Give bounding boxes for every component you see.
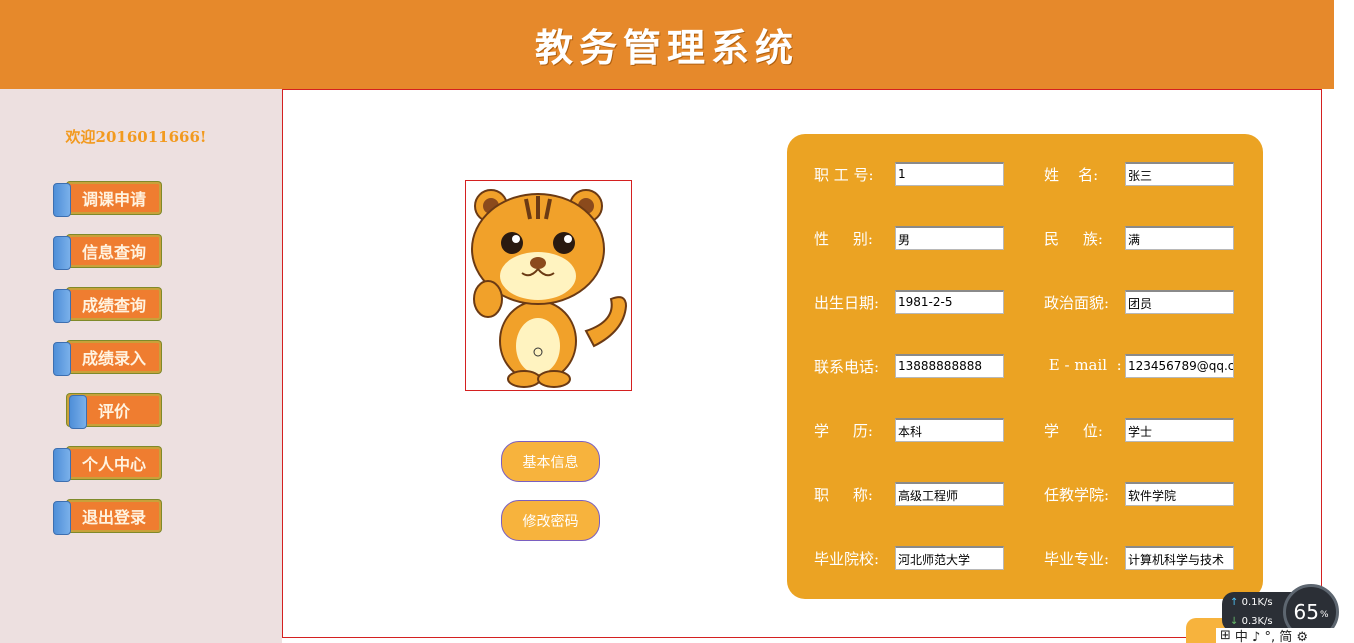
upload-speed-value: 0.1K/s [1241, 597, 1273, 608]
nav-label: 信息查询 [81, 243, 146, 262]
nav-info-query-button[interactable]: 信息查询 [53, 235, 161, 270]
staff-id-field[interactable]: 1 [895, 162, 1004, 186]
job-title-field[interactable]: 高级工程师 [895, 482, 1004, 506]
nav-personal-center-button[interactable]: 个人中心 [53, 447, 161, 482]
nav-grade-entry-button[interactable]: 成绩录入 [53, 341, 161, 376]
education-field[interactable]: 本科 [895, 418, 1004, 442]
major-field[interactable]: 计算机科学与技术 [1125, 546, 1234, 570]
degree-label: 学 位: [1044, 422, 1103, 440]
nav-label: 成绩查询 [81, 296, 146, 315]
phone-field[interactable]: 13888888888 [895, 354, 1004, 378]
upload-speed: ↑ 0.1K/s [1230, 597, 1273, 608]
welcome-text: 欢迎2016011666! [65, 128, 207, 146]
email-label: E - mail : [1044, 356, 1122, 374]
ethnicity-field[interactable]: 满 [1125, 226, 1234, 250]
nav-tab-icon [53, 236, 71, 270]
scrollbar-area[interactable] [1334, 0, 1354, 643]
birth-date-field[interactable]: 1981-2-5 [895, 290, 1004, 314]
gauge-unit: % [1319, 610, 1329, 620]
staff-id-label: 职 工 号: [814, 166, 874, 184]
education-label: 学 历: [814, 422, 873, 440]
nav-tab-icon [53, 448, 71, 482]
nav-tab-icon [53, 183, 71, 217]
college-label: 任教学院: [1044, 486, 1110, 504]
app-title: 教务管理系统 [534, 25, 799, 70]
nav-label: 成绩录入 [81, 349, 146, 368]
basic-info-button[interactable]: 基本信息 [501, 441, 600, 482]
app-header: 教务管理系统 [0, 0, 1334, 89]
name-field[interactable]: 张三 [1125, 162, 1234, 186]
name-label: 姓 名: [1044, 166, 1099, 184]
nav-label: 评价 [97, 402, 130, 421]
ime-toolbar[interactable]: ⊞ 中 ♪ °, 简 ⚙ [1216, 628, 1354, 643]
nav-label: 退出登录 [81, 508, 146, 527]
nav-label: 调课申请 [81, 190, 146, 209]
sidebar: 欢迎2016011666! 调课申请 信息查询 成绩查询 成绩录入 评价 个人中… [0, 89, 282, 643]
ethnicity-label: 民 族: [1044, 230, 1103, 248]
phone-label: 联系电话: [814, 358, 880, 376]
job-title-label: 职 称: [814, 486, 873, 504]
nav-course-change-button[interactable]: 调课申请 [53, 182, 161, 217]
gender-label: 性 别: [814, 230, 873, 248]
nav-grade-query-button[interactable]: 成绩查询 [53, 288, 161, 323]
political-status-label: 政治面貌: [1044, 294, 1110, 312]
graduate-school-label: 毕业院校: [814, 550, 880, 568]
tiger-mascot-icon [471, 189, 628, 388]
keyboard-icon: ⊞ [1220, 628, 1231, 643]
email-field[interactable]: 123456789@qq.com [1125, 354, 1234, 378]
nav-tab-icon [53, 289, 71, 323]
nav-tab-icon [53, 342, 71, 376]
change-password-button[interactable]: 修改密码 [501, 500, 600, 541]
birth-date-label: 出生日期: [814, 294, 880, 312]
nav-tab-icon [53, 501, 71, 535]
nav-tab-icon [69, 395, 87, 429]
main-panel: 基本信息 修改密码 职 工 号: 1 姓 名: 张三 性 别: 男 民 族: 满… [282, 89, 1322, 638]
major-label: 毕业专业: [1044, 550, 1110, 568]
personal-info-card: 职 工 号: 1 姓 名: 张三 性 别: 男 民 族: 满 出生日期: 198… [787, 134, 1263, 599]
nav-evaluation-button[interactable]: 评价 [67, 394, 161, 429]
nav-label: 个人中心 [81, 455, 146, 474]
nav-logout-button[interactable]: 退出登录 [53, 500, 161, 535]
arrow-up-icon: ↑ [1230, 597, 1239, 608]
ime-status-text: 中 ♪ °, 简 ⚙ [1234, 630, 1309, 643]
college-field[interactable]: 软件学院 [1125, 482, 1234, 506]
avatar [465, 180, 632, 391]
degree-field[interactable]: 学士 [1125, 418, 1234, 442]
political-status-field[interactable]: 团员 [1125, 290, 1234, 314]
gauge-value: 65 [1293, 600, 1319, 624]
graduate-school-field[interactable]: 河北师范大学 [895, 546, 1004, 570]
gender-field[interactable]: 男 [895, 226, 1004, 250]
